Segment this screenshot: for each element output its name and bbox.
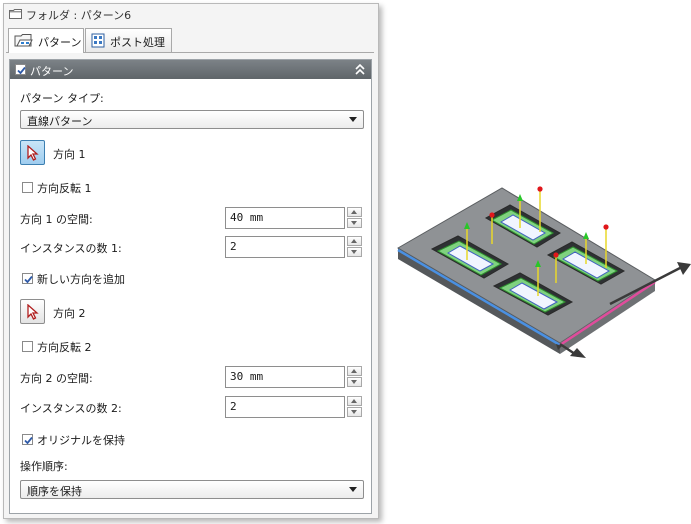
operation-order-value: 順序を保持 (27, 485, 82, 498)
model-viewport[interactable] (390, 150, 691, 390)
spacing2-decrement[interactable] (347, 377, 362, 387)
tab-post-process[interactable]: ポスト処理 (85, 28, 172, 52)
arrow-up-icon (351, 399, 357, 403)
arrow-down-icon (351, 380, 357, 384)
cursor-pick-icon (27, 304, 39, 320)
reverse1-checkbox[interactable] (22, 182, 33, 193)
keep-original-checkbox[interactable] (22, 434, 33, 445)
count2-label: インスタンスの数 2: (20, 402, 122, 415)
pattern-group: パターン パターン タイプ: 直線パターン 方向 1 方向反転 1 方向 1 の… (9, 59, 372, 514)
spacing1-input[interactable]: 40 mm (225, 207, 345, 229)
spacing2-label: 方向 2 の空間: (20, 372, 93, 385)
arrow-down-icon (351, 250, 357, 254)
dropdown-arrow-icon (349, 487, 357, 492)
count1-increment[interactable] (347, 236, 362, 246)
panel-title-bar: フォルダ : パターン6 (4, 4, 378, 26)
count2-field[interactable]: 2 (225, 396, 363, 418)
tab-pattern[interactable]: パターン (8, 28, 84, 53)
tab-pattern-label: パターン (38, 36, 82, 49)
count2-value: 2 (230, 400, 237, 413)
operation-order-label: 操作順序: (20, 460, 68, 473)
pattern-icon (14, 34, 33, 47)
dropdown-arrow-icon (349, 117, 357, 122)
arrow-down-icon (351, 221, 357, 225)
add-direction-checkbox[interactable] (22, 273, 33, 284)
spacing1-label: 方向 1 の空間: (20, 213, 93, 226)
panel-title: フォルダ : パターン6 (26, 9, 132, 22)
spacing1-decrement[interactable] (347, 218, 362, 228)
cursor-pick-icon (27, 145, 39, 161)
operation-order-select[interactable]: 順序を保持 (20, 480, 364, 499)
spacing2-increment[interactable] (347, 366, 362, 376)
arrow-up-icon (351, 210, 357, 214)
arrow-up-icon (351, 239, 357, 243)
direction1-pick-button[interactable] (20, 140, 45, 165)
arrow-down-icon (351, 410, 357, 414)
spacing2-input[interactable]: 30 mm (225, 366, 345, 388)
reverse1-label: 方向反転 1 (37, 182, 92, 195)
check-icon (24, 436, 33, 445)
pattern-enable-checkbox[interactable] (15, 64, 26, 75)
pattern-type-label: パターン タイプ: (20, 92, 104, 105)
reverse2-checkbox[interactable] (22, 341, 33, 352)
spacing2-value: 30 mm (230, 370, 264, 383)
add-direction-label: 新しい方向を追加 (37, 273, 125, 286)
tab-post-process-label: ポスト処理 (110, 36, 165, 49)
count2-input[interactable]: 2 (225, 396, 345, 418)
arrow-up-icon (351, 369, 357, 373)
count1-field[interactable]: 2 (225, 236, 363, 258)
spacing2-field[interactable]: 30 mm (225, 366, 363, 388)
count1-label: インスタンスの数 1: (20, 242, 122, 255)
check-icon (24, 275, 33, 284)
double-chevron-up-icon[interactable] (355, 64, 365, 75)
count1-decrement[interactable] (347, 247, 362, 257)
count2-decrement[interactable] (347, 407, 362, 417)
pattern-type-value: 直線パターン (27, 115, 93, 128)
direction2-label: 方向 2 (53, 307, 86, 320)
plate-top-face (397, 187, 656, 344)
count2-increment[interactable] (347, 396, 362, 406)
pattern-property-panel: フォルダ : パターン6 パターン ポスト処理 パターン パターン タイプ: 直… (3, 3, 379, 519)
direction2-pick-button[interactable] (20, 299, 45, 324)
spacing1-field[interactable]: 40 mm (225, 207, 363, 229)
pattern-type-select[interactable]: 直線パターン (20, 110, 364, 129)
count1-input[interactable]: 2 (225, 236, 345, 258)
check-icon (17, 66, 26, 75)
post-process-icon (91, 33, 105, 48)
spacing1-value: 40 mm (230, 211, 264, 224)
keep-original-label: オリジナルを保持 (37, 434, 125, 447)
count1-value: 2 (230, 240, 237, 253)
spacing1-increment[interactable] (347, 207, 362, 217)
reverse2-label: 方向反転 2 (37, 341, 92, 354)
pattern-group-header[interactable]: パターン (10, 60, 371, 79)
pattern-group-title: パターン (30, 65, 74, 78)
direction1-label: 方向 1 (53, 148, 86, 161)
folder-icon (9, 9, 22, 19)
